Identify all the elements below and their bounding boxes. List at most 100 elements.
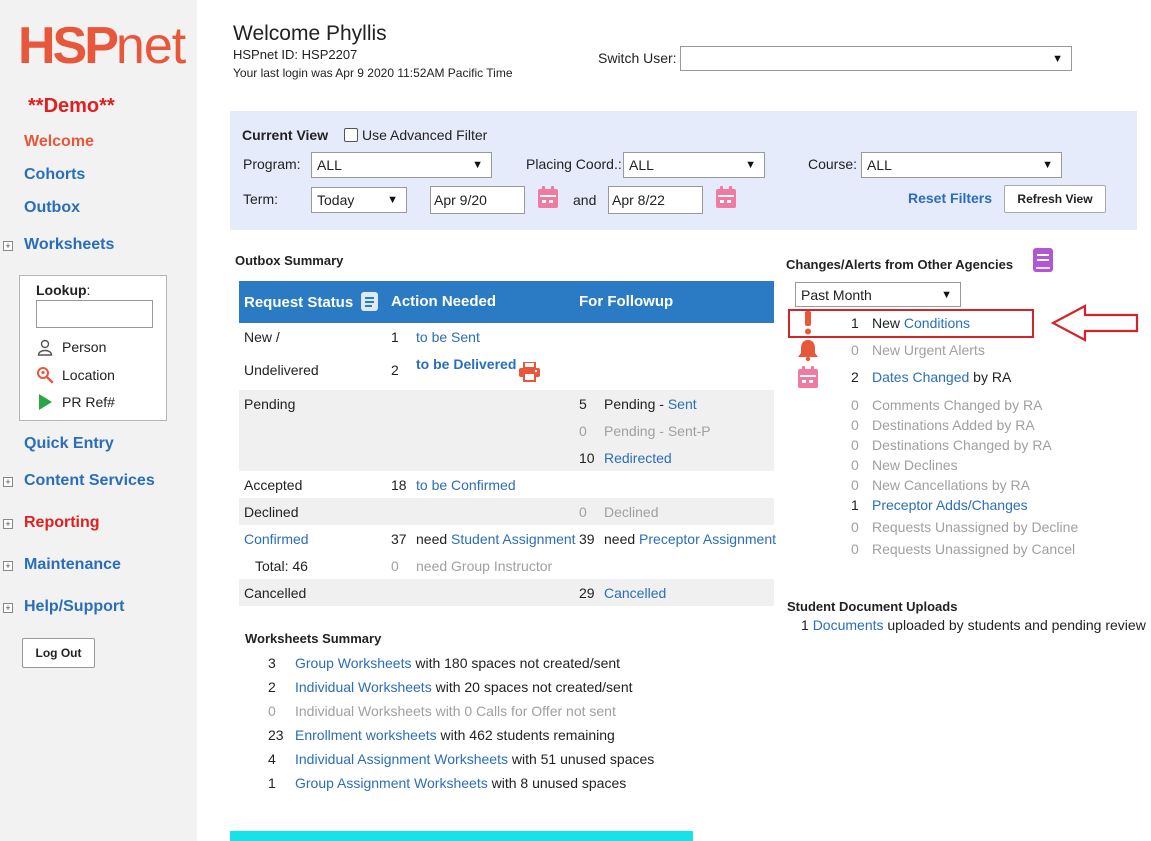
col-request-status: Request Status	[244, 294, 354, 311]
page-title: Welcome Phyllis	[233, 22, 387, 45]
date-from-input[interactable]: Apr 9/20	[430, 186, 525, 214]
to-be-delivered-link[interactable]: to be Delivered	[416, 356, 516, 372]
arrow-left-icon	[1051, 304, 1139, 342]
declined-text: Declined	[604, 504, 659, 520]
redirected-link[interactable]: Redirected	[604, 450, 672, 466]
play-icon	[39, 394, 52, 410]
alert-link[interactable]: Preceptor Adds/Changes	[872, 497, 1028, 513]
book-icon[interactable]	[1032, 248, 1054, 273]
calendar-from-icon[interactable]	[537, 185, 559, 209]
nav-content-services[interactable]: Content Services	[24, 472, 155, 490]
worksheet-row: Individual Worksheets with 20 spaces not…	[295, 679, 633, 695]
advanced-filter-toggle[interactable]: Use Advanced Filter	[344, 127, 487, 143]
worksheet-row: Enrollment worksheets with 462 students …	[295, 727, 615, 743]
status-undelivered: Undelivered	[244, 362, 319, 378]
lookup-person[interactable]: Person	[36, 338, 106, 356]
placing-coord-label: Placing Coord.:	[526, 156, 622, 172]
worksheet-link[interactable]: Individual Assignment Worksheets	[295, 751, 508, 767]
calendar-to-icon[interactable]	[715, 185, 737, 209]
cancelled-row-band	[239, 579, 774, 606]
reset-filters-link[interactable]: Reset Filters	[908, 190, 992, 206]
uploads-title: Student Document Uploads	[787, 599, 958, 614]
nav-outbox[interactable]: Outbox	[24, 199, 80, 217]
logout-button[interactable]: Log Out	[22, 638, 95, 668]
alert-count: 0	[851, 541, 859, 557]
hspnet-logo: HSPnet	[18, 17, 186, 75]
nav-help-support[interactable]: Help/Support	[24, 598, 124, 616]
nav-worksheets[interactable]: Worksheets	[24, 236, 114, 254]
alert-text: Destinations Added by RA	[872, 417, 1035, 433]
dates-changed-link[interactable]: Dates Changed	[872, 369, 969, 385]
nav-reporting[interactable]: Reporting	[24, 514, 100, 532]
nav-cohorts[interactable]: Cohorts	[24, 166, 85, 184]
program-select[interactable]: ALL ▼	[311, 152, 492, 178]
lookup-location[interactable]: Location	[36, 366, 115, 384]
worksheet-count: 23	[268, 727, 284, 743]
term-select[interactable]: Today ▼	[311, 187, 407, 213]
to-be-confirmed-count: 18	[391, 477, 407, 493]
uploads-row: 1 Documents uploaded by students and pen…	[801, 617, 1146, 633]
alert-count: 0	[851, 519, 859, 535]
worksheet-link[interactable]: Group Worksheets	[295, 655, 411, 671]
preceptor-assignment-link[interactable]: Preceptor Assignment	[639, 531, 776, 547]
refresh-view-button[interactable]: Refresh View	[1004, 185, 1106, 213]
worksheet-link[interactable]: Group Assignment Worksheets	[295, 775, 488, 791]
printer-icon[interactable]	[519, 362, 540, 382]
worksheet-row: Individual Assignment Worksheets with 51…	[295, 751, 655, 767]
confirmed-total: Total: 46	[255, 558, 308, 574]
last-login: Your last login was Apr 9 2020 11:52AM P…	[233, 66, 513, 80]
nav-maintenance[interactable]: Maintenance	[24, 556, 121, 574]
cancelled-link[interactable]: Cancelled	[604, 585, 666, 601]
dates-changed: Dates Changed by RA	[872, 369, 1012, 385]
nav-welcome[interactable]: Welcome	[24, 133, 94, 151]
course-select[interactable]: ALL ▼	[861, 152, 1062, 178]
alert-text: Destinations Changed by RA	[872, 437, 1052, 453]
worksheet-link[interactable]: Enrollment worksheets	[295, 727, 437, 743]
person-icon	[37, 339, 53, 356]
alert-text: New Cancellations by RA	[872, 477, 1030, 493]
dropdown-arrow-icon: ▼	[745, 159, 756, 171]
status-declined: Declined	[244, 504, 299, 520]
expand-worksheets-icon[interactable]: +	[3, 241, 13, 251]
dates-changed-count: 2	[851, 369, 859, 385]
alerts-title: Changes/Alerts from Other Agencies	[786, 257, 1014, 272]
switch-user-select[interactable]: ▼	[680, 46, 1072, 71]
to-be-confirmed-link[interactable]: to be Confirmed	[416, 477, 516, 493]
confirmed-link[interactable]: Confirmed	[244, 531, 309, 547]
documents-link[interactable]: Documents	[813, 617, 884, 633]
alert-text: New Declines	[872, 457, 958, 473]
pending-sent-link[interactable]: Sent	[668, 396, 697, 412]
worksheet-link[interactable]: Individual Worksheets	[295, 679, 432, 695]
col-action-needed: Action Needed	[391, 293, 497, 310]
alert-count: 1	[851, 497, 859, 513]
lookup-input[interactable]	[36, 300, 153, 328]
checkbox-icon[interactable]	[344, 128, 358, 142]
program-label: Program:	[243, 156, 301, 172]
lookup-pr-ref[interactable]: PR Ref#	[36, 393, 115, 411]
cancelled-count: 29	[579, 585, 595, 601]
switch-user-label: Switch User:	[598, 50, 677, 66]
to-be-sent-count: 1	[391, 329, 399, 345]
urgent-alerts: New Urgent Alerts	[872, 342, 985, 358]
course-label: Course:	[808, 156, 858, 172]
expand-help-icon[interactable]: +	[3, 603, 13, 613]
student-assign: need Student Assignment	[416, 531, 576, 547]
date-to-input[interactable]: Apr 8/22	[608, 186, 703, 214]
student-assignment-link[interactable]: Student Assignment	[451, 531, 576, 547]
filter-panel: Current View Use Advanced Filter Program…	[230, 111, 1137, 230]
dropdown-arrow-icon: ▼	[387, 194, 398, 206]
to-be-sent-link[interactable]: to be Sent	[416, 329, 480, 345]
expand-maintenance-icon[interactable]: +	[3, 561, 13, 571]
nav-quick-entry[interactable]: Quick Entry	[24, 435, 114, 453]
document-icon[interactable]	[361, 292, 378, 311]
conditions-link[interactable]: Conditions	[904, 315, 970, 331]
expand-content-services-icon[interactable]: +	[3, 477, 13, 487]
placing-coord-select[interactable]: ALL ▼	[623, 152, 765, 178]
col-for-followup: For Followup	[579, 293, 674, 310]
calendar-icon	[798, 366, 818, 388]
worksheet-count: 4	[268, 751, 276, 767]
expand-reporting-icon[interactable]: +	[3, 519, 13, 529]
worksheets-summary-title: Worksheets Summary	[245, 631, 382, 646]
new-conditions-count: 1	[851, 315, 859, 331]
alerts-period-select[interactable]: Past Month ▼	[795, 282, 961, 307]
